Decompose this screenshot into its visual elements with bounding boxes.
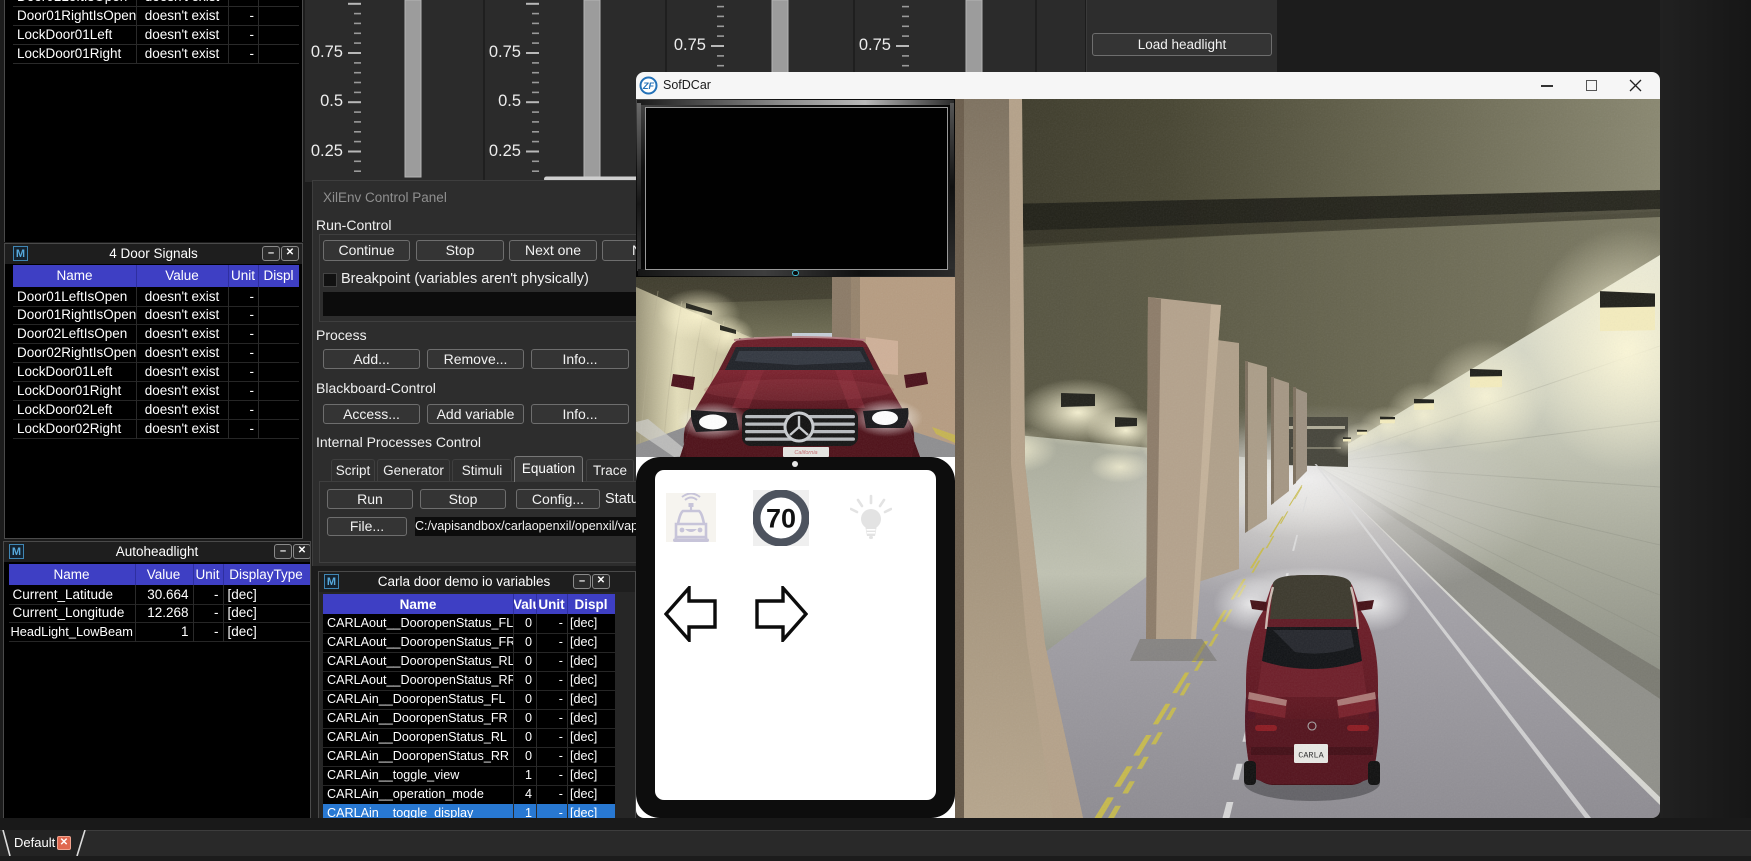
svg-text:ZF: ZF (642, 81, 654, 91)
svg-text:70: 70 (766, 504, 796, 534)
